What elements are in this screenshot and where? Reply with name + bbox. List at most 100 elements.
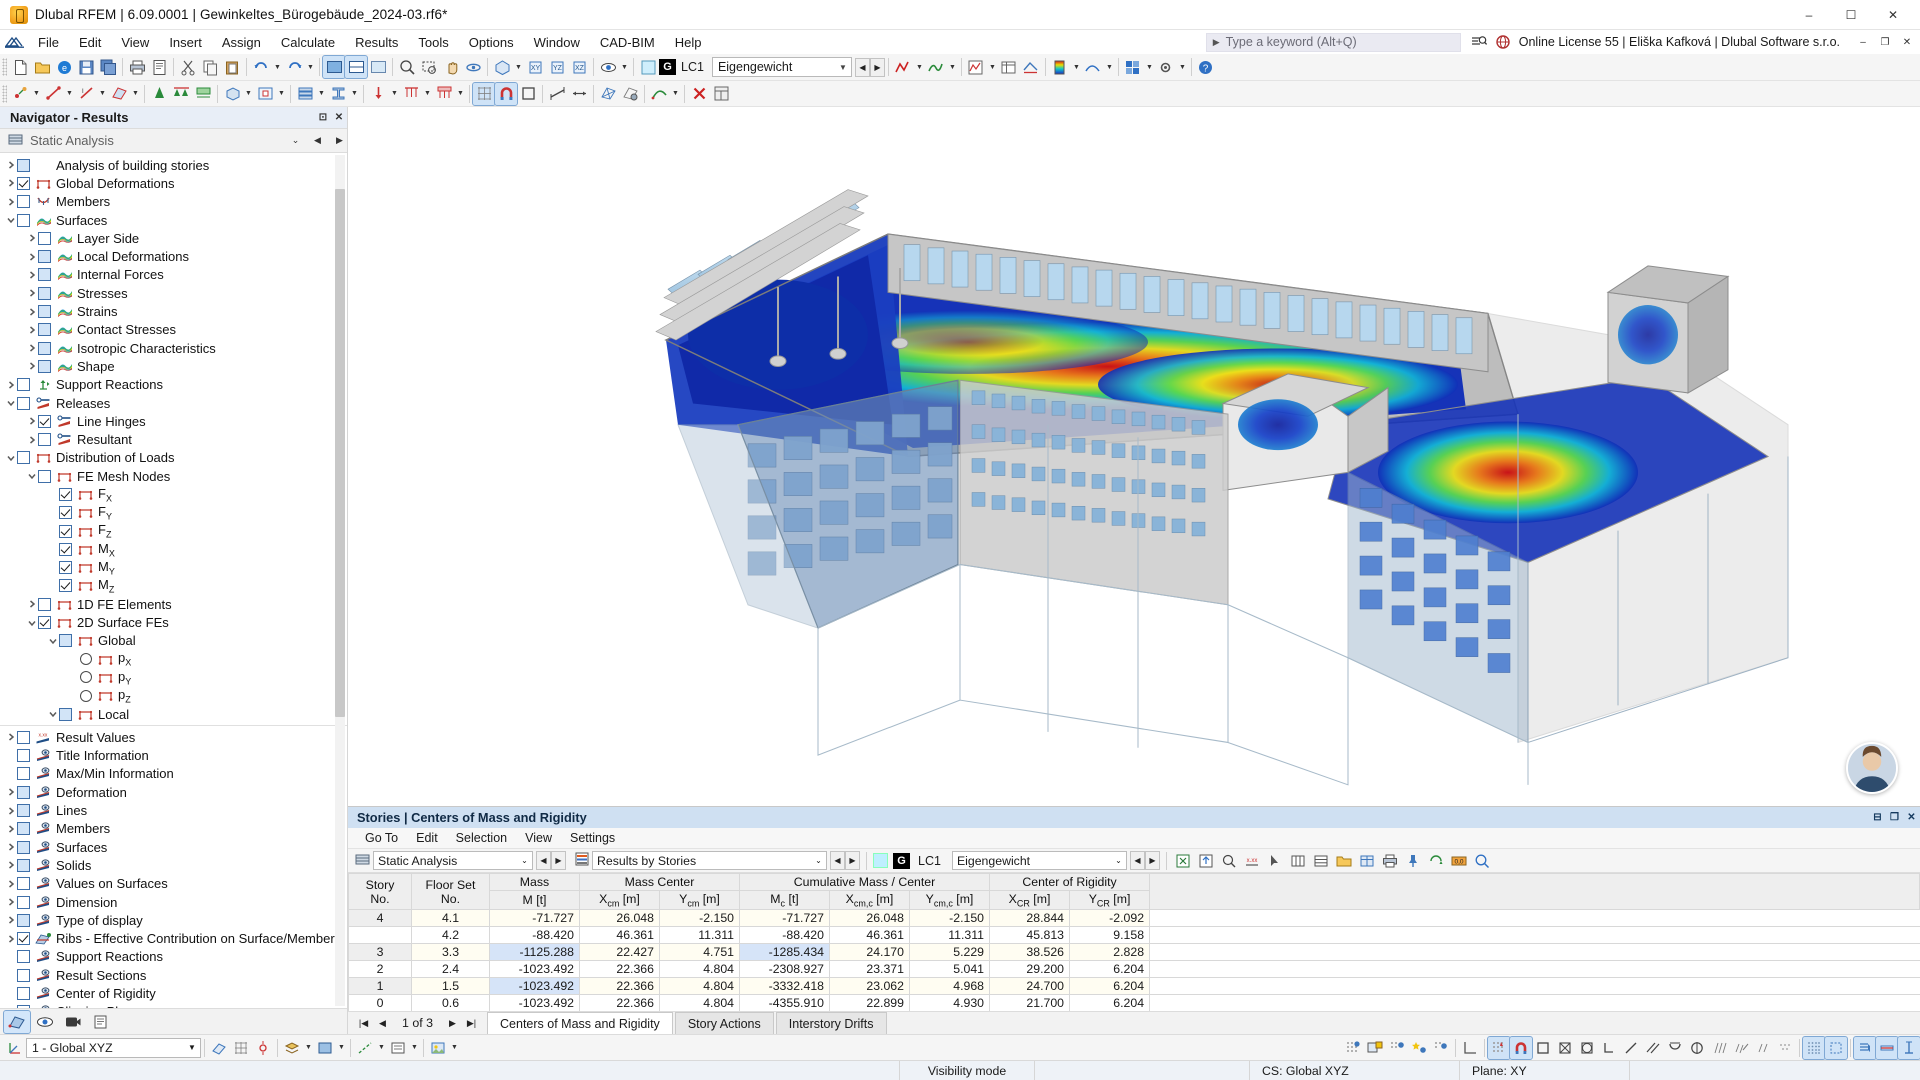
cell-mass[interactable]: -71.727 xyxy=(489,909,580,928)
render-mode-icon[interactable] xyxy=(314,1037,336,1059)
results-analys-caret[interactable]: ⌄ xyxy=(517,856,532,865)
cell-mass[interactable]: -1023.492 xyxy=(489,960,580,979)
table-help-icon[interactable] xyxy=(1472,851,1492,871)
cell-ycm[interactable]: 11.311 xyxy=(659,926,740,945)
navigator-tree-item[interactable]: Line Hinges xyxy=(0,412,347,430)
doc-restore-button[interactable]: ❐ xyxy=(1874,32,1896,52)
view-dropdown-icon[interactable]: ▼ xyxy=(513,56,524,78)
solid-dropdown-icon[interactable]: ▼ xyxy=(243,83,254,105)
col-ycm-unit[interactable]: Ycm [m] xyxy=(659,889,740,911)
col-mass-unit[interactable]: M [t] xyxy=(489,889,580,911)
measure-icon[interactable] xyxy=(546,83,568,105)
navigator-analysis-caret[interactable]: ⌄ xyxy=(288,131,303,151)
checkbox[interactable] xyxy=(17,913,30,927)
tab-interstory-drifts[interactable]: Interstory Drifts xyxy=(775,1012,887,1034)
checkbox[interactable] xyxy=(17,822,30,836)
coordinate-system-combo[interactable]: 1 - Global XYZ ▼ xyxy=(26,1037,201,1058)
checkbox[interactable] xyxy=(17,895,30,909)
view-yz-icon[interactable]: YZ xyxy=(546,56,568,78)
surface-icon[interactable] xyxy=(108,83,130,105)
navigator-tree-item[interactable]: x.xx Result Values xyxy=(0,728,347,746)
cell-floor-set-no[interactable]: 0.6 xyxy=(411,994,490,1011)
chevron-down-icon[interactable] xyxy=(25,618,38,628)
deformation-scale-icon[interactable] xyxy=(1082,56,1104,78)
arc-snap-icon[interactable] xyxy=(1664,1037,1686,1059)
cell-ycr[interactable]: -2.092 xyxy=(1069,909,1151,928)
results-analysis-combo[interactable]: Static Analysis ⌄ xyxy=(373,851,533,870)
load-surface-icon[interactable] xyxy=(433,83,455,105)
checkbox[interactable] xyxy=(38,268,51,282)
pan-icon[interactable] xyxy=(440,56,462,78)
navigator-tree-item[interactable]: Max/Min Information xyxy=(0,765,347,783)
grid-toggle-icon[interactable] xyxy=(230,1037,252,1059)
coordinate-system-caret[interactable]: ▼ xyxy=(184,1043,200,1052)
online-license-icon[interactable] xyxy=(1496,35,1510,49)
add-ons-icon[interactable] xyxy=(1122,56,1144,78)
color-scale-icon[interactable] xyxy=(1049,56,1071,78)
menu-help[interactable]: Help xyxy=(665,33,712,52)
zoom-window-icon[interactable] xyxy=(418,56,440,78)
selection-box-icon[interactable] xyxy=(1824,1035,1848,1060)
chevron-right-icon[interactable] xyxy=(25,288,38,298)
navigator-tree-item[interactable]: 2D Surface FEs xyxy=(0,613,347,631)
checkbox[interactable] xyxy=(38,250,51,264)
navigator-analysis-selector[interactable]: Static Analysis ⌄ ◀ ▶ xyxy=(0,129,347,153)
rotate-view-icon[interactable] xyxy=(462,56,484,78)
chevron-right-icon[interactable] xyxy=(25,361,38,371)
navigator-views-tab-icon[interactable] xyxy=(60,1011,86,1033)
checkbox[interactable] xyxy=(59,634,72,648)
checkbox[interactable] xyxy=(38,597,51,611)
chevron-down-icon[interactable] xyxy=(4,453,17,463)
navigator-tree-item[interactable]: Resultant xyxy=(0,430,347,448)
cs-list-dropdown-icon[interactable]: ▼ xyxy=(409,1037,420,1059)
menu-window[interactable]: Window xyxy=(524,33,590,52)
navigator-tree-item[interactable]: Local Deformations xyxy=(0,247,347,265)
tab-centers-of-mass-and-rigidity[interactable]: Centers of Mass and Rigidity xyxy=(487,1012,673,1034)
layer-icon[interactable] xyxy=(281,1037,303,1059)
surface-support-icon[interactable] xyxy=(192,83,214,105)
load-case-prev-button[interactable]: ◀ xyxy=(854,57,870,77)
navigator-tree-item[interactable]: Surfaces xyxy=(0,211,347,229)
snap-toggle-icon[interactable] xyxy=(252,1037,274,1059)
checkbox[interactable] xyxy=(17,987,30,1000)
opening-dropdown-icon[interactable]: ▼ xyxy=(276,83,287,105)
navigator-tree-item[interactable]: Values on Surfaces xyxy=(0,875,347,893)
navigator-tree-item[interactable]: MX xyxy=(0,540,347,558)
snap-grid-toggle-icon[interactable] xyxy=(1487,1035,1511,1060)
navigator-tree-item[interactable]: Stresses xyxy=(0,284,347,302)
cell-floor-set-no[interactable]: 1.5 xyxy=(411,977,490,996)
chevron-down-icon[interactable] xyxy=(4,215,17,225)
chevron-right-icon[interactable] xyxy=(25,435,38,445)
checkbox[interactable] xyxy=(38,231,51,245)
line-dropdown-icon[interactable]: ▼ xyxy=(64,83,75,105)
navigator-close-icon[interactable]: ✕ xyxy=(331,109,347,127)
col-ycr-unit[interactable]: YCR [m] xyxy=(1069,889,1151,911)
visibility-edit-icon[interactable] xyxy=(1386,1037,1408,1059)
cell-ycmc[interactable]: 4.968 xyxy=(908,977,991,996)
results-type-next[interactable]: ▶ xyxy=(845,851,860,870)
table-row[interactable]: 0 0.6 -1023.492 22.366 4.804 -4355.910 22.899 4… xyxy=(348,994,1920,1011)
coordinate-system-icon[interactable] xyxy=(4,1037,26,1059)
navigator-next-button[interactable]: ▶ xyxy=(332,131,347,151)
checkbox[interactable] xyxy=(17,176,30,190)
results-load-case-combo[interactable]: Eigengewicht ⌄ xyxy=(951,851,1127,870)
parallel-snap-icon[interactable] xyxy=(1642,1037,1664,1059)
checkbox[interactable] xyxy=(17,1005,30,1008)
navigator-tree-item[interactable]: FE Mesh Nodes xyxy=(0,467,347,485)
navigator-tree-item[interactable]: Local xyxy=(0,705,347,723)
table-export-icon[interactable] xyxy=(1196,851,1216,871)
chevron-right-icon[interactable] xyxy=(25,252,38,262)
section-icon[interactable] xyxy=(327,83,349,105)
node-dropdown-icon[interactable]: ▼ xyxy=(31,83,42,105)
render-wireframe-icon[interactable] xyxy=(344,55,368,79)
zoom-all-icon[interactable] xyxy=(396,56,418,78)
visibility-group-icon[interactable] xyxy=(1430,1037,1452,1059)
magnet-snap-icon[interactable] xyxy=(1509,1035,1533,1060)
checkbox[interactable] xyxy=(38,286,51,300)
navigator-tree-item[interactable]: Global xyxy=(0,632,347,650)
model-explorer-icon[interactable]: e xyxy=(53,56,75,78)
results-menu-edit[interactable]: Edit xyxy=(407,830,447,846)
navigator-tree-item[interactable]: Surfaces xyxy=(0,838,347,856)
view-xz-icon[interactable]: XZ xyxy=(568,56,590,78)
col-xcr-unit[interactable]: XCR [m] xyxy=(989,889,1071,911)
